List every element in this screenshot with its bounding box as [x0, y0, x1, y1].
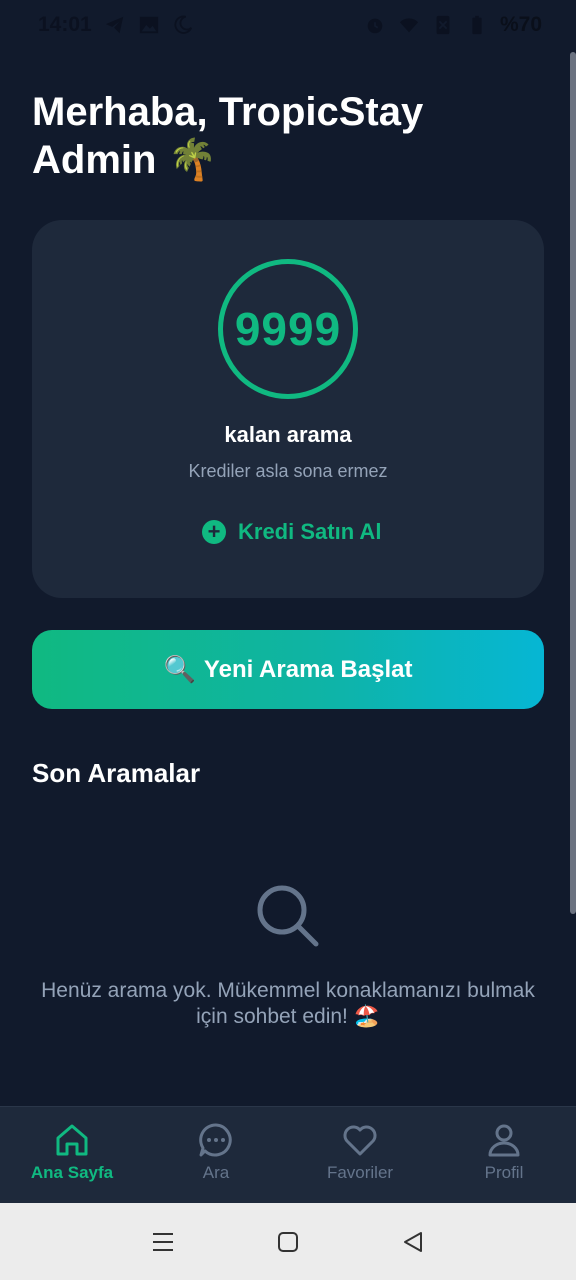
- nav-label-search: Ara: [202, 1163, 230, 1182]
- telegram-icon: [105, 16, 123, 34]
- chat-icon: [199, 1123, 232, 1157]
- back-triangle-icon: [404, 1231, 423, 1252]
- credits-ring: 9999: [218, 259, 358, 399]
- plus-circle-icon: +: [202, 520, 226, 544]
- recents-button[interactable]: [147, 1226, 179, 1258]
- system-nav-bar: [0, 1203, 576, 1280]
- credits-count: 9999: [234, 303, 342, 355]
- recent-searches-title: Son Aramalar: [32, 758, 201, 788]
- battery-icon: [472, 15, 482, 35]
- gallery-icon: [139, 16, 158, 34]
- sim-off-icon: [436, 15, 450, 35]
- home-screen: 14:01 %70 Merhaba, TropicStay Admin 🌴 99…: [0, 0, 576, 1280]
- buy-credit-label: Kredi Satın Al: [238, 519, 382, 544]
- new-search-button[interactable]: 🔍 Yeni Arama Başlat: [32, 630, 544, 709]
- magnifier-icon: 🔍: [163, 654, 196, 684]
- new-search-label: Yeni Arama Başlat: [203, 655, 413, 683]
- nav-item-favorites[interactable]: Favoriler: [288, 1107, 432, 1203]
- status-bar: 14:01 %70: [0, 0, 576, 50]
- user-icon: [488, 1124, 520, 1157]
- scrollbar[interactable]: [570, 52, 576, 914]
- status-right: %70: [364, 13, 542, 37]
- nav-item-profile[interactable]: Profil: [432, 1107, 576, 1203]
- nav-label-favorites: Favoriler: [326, 1163, 394, 1182]
- back-button[interactable]: [397, 1226, 429, 1258]
- nav-item-search[interactable]: Ara: [144, 1107, 288, 1203]
- square-icon: [277, 1231, 298, 1252]
- heart-icon: [343, 1125, 377, 1156]
- status-left: 14:01: [38, 13, 194, 37]
- home-button[interactable]: [272, 1226, 304, 1258]
- buy-credit-button[interactable]: + Kredi Satın Al: [202, 516, 381, 548]
- battery-percent: %70: [499, 13, 542, 36]
- empty-state-message: Henüz arama yok. Mükemmel konaklamanızı …: [41, 979, 535, 1028]
- search-icon: [257, 885, 319, 947]
- home-icon: [56, 1124, 88, 1156]
- greeting-title: Merhaba, TropicStay Admin 🌴: [32, 90, 424, 182]
- moon-icon: [174, 15, 192, 34]
- credits-subtitle: Krediler asla sona ermez: [188, 461, 388, 481]
- menu-lines-icon: [152, 1232, 173, 1251]
- nav-label-home: Ana Sayfa: [30, 1163, 114, 1182]
- nav-label-profile: Profil: [484, 1163, 524, 1182]
- alarm-icon: [367, 18, 383, 34]
- credits-card: 9999 kalan arama Krediler asla sona erme…: [32, 220, 544, 598]
- status-time: 14:01: [38, 13, 92, 36]
- credits-label: kalan arama: [224, 422, 352, 447]
- nav-item-home[interactable]: Ana Sayfa: [0, 1107, 144, 1203]
- wifi-icon: [399, 18, 419, 33]
- bottom-nav: Ana Sayfa Ara Favoriler Profil: [0, 1106, 576, 1203]
